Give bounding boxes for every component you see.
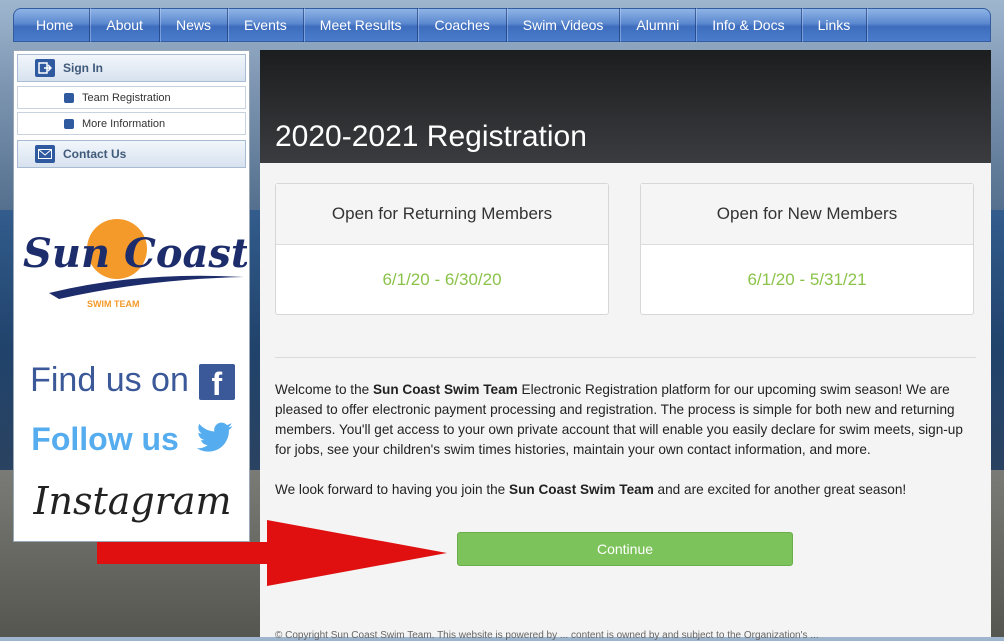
closing-paragraph: We look forward to having you join the S… bbox=[275, 482, 907, 497]
bullet-icon bbox=[64, 118, 74, 129]
sidebar-item-more-information[interactable]: More Information bbox=[17, 112, 246, 135]
nav-news[interactable]: News bbox=[160, 8, 228, 42]
sidebar: Sign In Team Registration More Informati… bbox=[13, 50, 250, 542]
twitter-link[interactable]: Follow us bbox=[14, 421, 251, 462]
instagram-label: Instagram bbox=[33, 479, 232, 523]
card-dates: 6/1/20 - 6/30/20 bbox=[382, 270, 502, 289]
welcome-paragraph: Welcome to the Sun Coast Swim Team Elect… bbox=[275, 382, 963, 457]
find-us-label: Find us on bbox=[30, 361, 189, 399]
new-members-card: Open for New Members 6/1/20 - 5/31/21 bbox=[640, 183, 974, 315]
sun-coast-logo[interactable]: Sun Coast SWIM TEAM bbox=[19, 211, 247, 311]
sidebar-item-label: Team Registration bbox=[82, 91, 171, 104]
nav-events[interactable]: Events bbox=[228, 8, 304, 42]
facebook-link[interactable]: Find us on f bbox=[14, 361, 251, 402]
contact-us-button[interactable]: Contact Us bbox=[17, 140, 246, 168]
nav-home[interactable]: Home bbox=[26, 8, 91, 42]
nav-about[interactable]: About bbox=[90, 8, 160, 42]
nav-coaches[interactable]: Coaches bbox=[418, 8, 507, 42]
card-heading: Open for New Members bbox=[641, 184, 973, 245]
svg-text:Sun Coast: Sun Coast bbox=[23, 230, 247, 277]
continue-button[interactable]: Continue bbox=[457, 532, 793, 566]
card-heading: Open for Returning Members bbox=[276, 184, 608, 245]
instagram-link[interactable]: Instagram bbox=[14, 479, 251, 523]
divider bbox=[275, 357, 976, 358]
page-header: 2020-2021 Registration bbox=[260, 50, 991, 163]
contact-us-label: Contact Us bbox=[63, 147, 127, 161]
top-nav: Home About News Events Meet Results Coac… bbox=[13, 8, 991, 42]
sign-in-label: Sign In bbox=[63, 61, 103, 75]
nav-alumni[interactable]: Alumni bbox=[620, 8, 697, 42]
page-title: 2020-2021 Registration bbox=[275, 120, 587, 153]
nav-links[interactable]: Links bbox=[802, 8, 868, 42]
card-dates: 6/1/20 - 5/31/21 bbox=[747, 270, 867, 289]
returning-members-card: Open for Returning Members 6/1/20 - 6/30… bbox=[275, 183, 609, 315]
svg-text:SWIM TEAM: SWIM TEAM bbox=[87, 299, 140, 309]
bullet-icon bbox=[64, 92, 74, 103]
footer-copyright: © Copyright Sun Coast Swim Team. This we… bbox=[275, 630, 819, 641]
sign-in-button[interactable]: Sign In bbox=[17, 54, 246, 82]
twitter-icon bbox=[196, 422, 234, 462]
welcome-text: Welcome to the Sun Coast Swim Team Elect… bbox=[275, 380, 975, 520]
envelope-icon bbox=[35, 145, 55, 163]
nav-meet-results[interactable]: Meet Results bbox=[304, 8, 419, 42]
sidebar-item-team-registration[interactable]: Team Registration bbox=[17, 86, 246, 109]
facebook-icon: f bbox=[198, 364, 235, 402]
nav-info-docs[interactable]: Info & Docs bbox=[696, 8, 802, 42]
sign-in-icon bbox=[35, 59, 55, 77]
sidebar-item-label: More Information bbox=[82, 117, 166, 130]
nav-swim-videos[interactable]: Swim Videos bbox=[507, 8, 621, 42]
red-arrow-annotation bbox=[97, 520, 447, 586]
follow-us-label: Follow us bbox=[31, 421, 179, 457]
